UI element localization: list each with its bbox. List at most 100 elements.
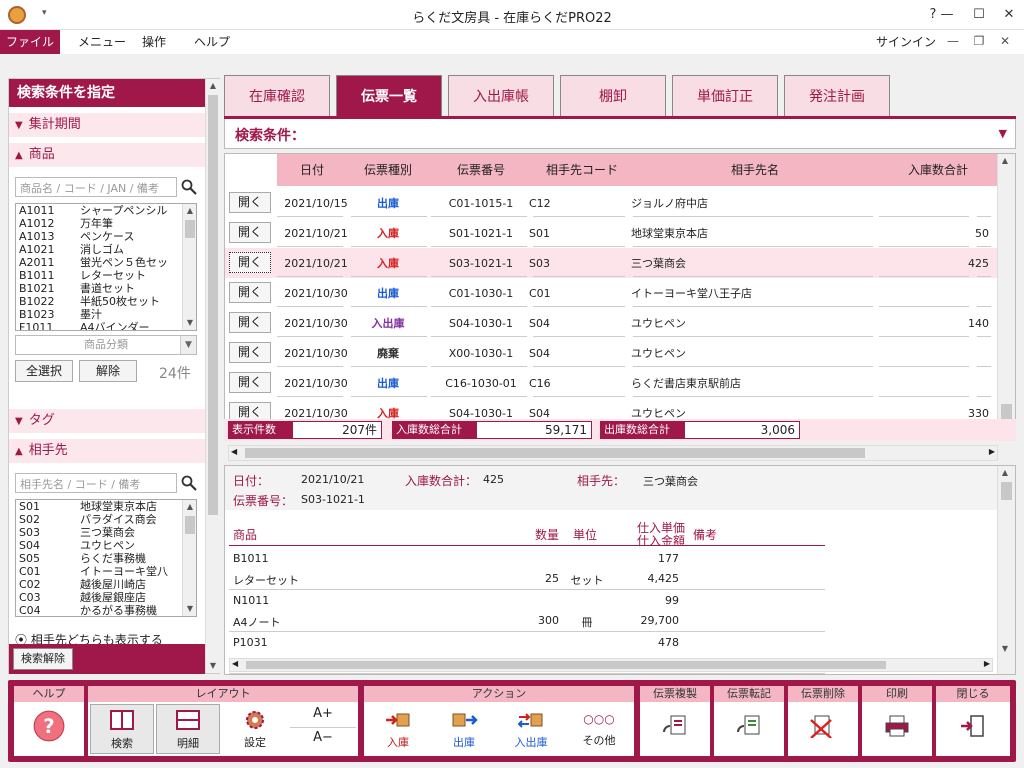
list-item[interactable]: A1021 消しゴム	[16, 243, 196, 256]
table-row[interactable]: 開く 2021/10/21 入庫 S03-1021-1 S03 三つ葉商会 425	[225, 248, 997, 278]
tab-inout-ledger[interactable]: 入出庫帳	[448, 75, 554, 117]
open-slip-button[interactable]: 開く	[229, 282, 271, 303]
scroll-down-icon[interactable]: ▼	[183, 316, 196, 330]
scroll-thumb[interactable]	[245, 448, 865, 458]
chevron-down-icon[interactable]: ▼	[180, 336, 196, 354]
scroll-thumb[interactable]	[1001, 482, 1012, 500]
minimize-button[interactable]: —	[932, 4, 962, 26]
partner-list-scrollbar[interactable]: ▲ ▼	[182, 500, 196, 616]
list-item[interactable]: F1011 A4バインダー	[16, 321, 196, 330]
reset-search-button[interactable]: 検索解除	[13, 648, 73, 670]
list-item[interactable]: B1023 墨汁	[16, 308, 196, 321]
scroll-thumb[interactable]	[185, 220, 195, 238]
partner-list[interactable]: ▲ ▼ S01 地球堂東京本店 S02 パラダイス商会 S03 三つ葉商会 S04 ユウヒペン…	[15, 499, 197, 617]
list-item[interactable]: C03 越後屋銀座店	[16, 591, 196, 604]
list-item[interactable]: A1011 シャープペンシル	[16, 204, 196, 217]
open-slip-button[interactable]: 開く	[229, 312, 271, 333]
partner-search-input[interactable]: 相手先名 / コード / 備考	[15, 473, 177, 493]
delete-slip-button[interactable]	[790, 704, 856, 754]
product-list[interactable]: ▲ ▼ A1011 シャープペンシル A1012 万年筆 A1013 ペンケース A1021…	[15, 203, 197, 331]
category-select[interactable]: 商品分類 ▼	[15, 335, 197, 355]
scroll-up-icon[interactable]: ▲	[998, 466, 1012, 480]
select-all-button[interactable]: 全選択	[15, 360, 73, 382]
tab-slip-list[interactable]: 伝票一覧	[336, 75, 442, 117]
scroll-down-icon[interactable]: ▼	[206, 659, 220, 673]
search-condition-bar[interactable]: 検索条件： ▼	[224, 119, 1016, 149]
scroll-up-icon[interactable]: ▲	[183, 500, 196, 514]
help-toolbar-button[interactable]: ?	[16, 704, 82, 754]
expand-down-icon[interactable]: ▼	[999, 127, 1007, 140]
detail-scrollbar[interactable]: ▲ ▼	[997, 466, 1015, 674]
panel-scrollbar[interactable]: ▲ ▼	[205, 79, 220, 673]
menu-menu[interactable]: メニュー	[66, 30, 138, 54]
ribbon-close-button[interactable]: ✕	[994, 34, 1016, 48]
col-type[interactable]: 伝票種別	[347, 154, 429, 186]
section-partner[interactable]: ▲ 相手先	[9, 439, 205, 463]
table-row[interactable]: 開く 2021/10/30 出庫 C01-1030-1 C01 イトーヨーキ堂八王子店	[225, 278, 997, 308]
list-item[interactable]: S02 パラダイス商会	[16, 513, 196, 526]
grid-hscrollbar[interactable]: ◀ ▶	[228, 445, 998, 461]
scroll-down-icon[interactable]: ▼	[183, 602, 196, 616]
list-item[interactable]: C02 越後屋川崎店	[16, 578, 196, 591]
font-up-button[interactable]: A+	[290, 706, 356, 728]
table-row[interactable]: 開く 2021/10/30 入出庫 S04-1030-1 S04 ユウヒペン 140	[225, 308, 997, 338]
ribbon-minimize-button[interactable]: —	[942, 34, 964, 48]
list-item[interactable]: B1022 半紙50枚セット	[16, 295, 196, 308]
scroll-left-icon[interactable]: ◀	[231, 447, 237, 456]
list-item[interactable]: S05 らくだ事務機	[16, 552, 196, 565]
search-icon[interactable]	[181, 179, 197, 195]
list-item[interactable]: A2011 蛍光ペン５色セッ	[16, 256, 196, 269]
scroll-thumb[interactable]	[185, 516, 195, 534]
list-item[interactable]: S03 三つ葉商会	[16, 526, 196, 539]
scroll-up-icon[interactable]: ▲	[183, 204, 196, 218]
copy-slip-button[interactable]	[642, 704, 708, 754]
list-item[interactable]: C04 かるがる事務機	[16, 604, 196, 616]
menu-help[interactable]: ヘルプ	[182, 30, 242, 54]
detail-row[interactable]: N1011 A4ノート 300 冊 99 29,700	[229, 590, 825, 632]
font-down-button[interactable]: A−	[290, 730, 356, 752]
tab-order-plan[interactable]: 発注計画	[784, 75, 890, 117]
list-item[interactable]: B1011 レターセット	[16, 269, 196, 282]
list-item[interactable]: B1021 書道セット	[16, 282, 196, 295]
detail-hscrollbar[interactable]: ◀ ▶	[229, 658, 993, 672]
close-button[interactable]: ✕	[994, 4, 1024, 26]
signin-link[interactable]: サインイン	[876, 33, 936, 50]
scroll-thumb[interactable]	[1001, 404, 1012, 420]
open-slip-button[interactable]: 開く	[229, 252, 271, 273]
tab-inventory[interactable]: 棚卸	[560, 75, 666, 117]
product-search-input[interactable]: 商品名 / コード / JAN / 備考	[15, 177, 177, 197]
scroll-left-icon[interactable]: ◀	[232, 659, 238, 668]
table-row[interactable]: 開く 2021/10/15 出庫 C01-1015-1 C12 ジョルノ府中店	[225, 188, 997, 218]
col-in-qty[interactable]: 入庫数合計	[879, 154, 997, 186]
list-item[interactable]: A1013 ペンケース	[16, 230, 196, 243]
table-row[interactable]: 開く 2021/10/30 出庫 C16-1030-01 C16 らくだ書店東京駅前店	[225, 368, 997, 398]
scroll-up-icon[interactable]: ▲	[206, 79, 220, 93]
list-item[interactable]: S01 地球堂東京本店	[16, 500, 196, 513]
settings-button[interactable]: 設定	[222, 704, 288, 754]
maximize-button[interactable]: ☐	[964, 4, 994, 26]
layout-detail-button[interactable]: 明細	[156, 704, 220, 754]
tab-price-correction[interactable]: 単価訂正	[672, 75, 778, 117]
in-button[interactable]: 入庫	[366, 704, 430, 754]
table-row[interactable]: 開く 2021/10/30 入庫 S04-1030-1 S04 ユウヒペン 330	[225, 398, 997, 420]
menu-operation[interactable]: 操作	[130, 30, 178, 54]
section-product[interactable]: ▲ 商品	[9, 143, 205, 167]
out-button[interactable]: 出庫	[432, 704, 496, 754]
col-no[interactable]: 伝票番号	[429, 154, 533, 186]
list-item[interactable]: C01 イトーヨーキ堂八	[16, 565, 196, 578]
open-slip-button[interactable]: 開く	[229, 222, 271, 243]
layout-search-button[interactable]: 検索	[90, 704, 154, 754]
table-row[interactable]: 開く 2021/10/21 入庫 S01-1021-1 S01 地球堂東京本店 50	[225, 218, 997, 248]
scroll-thumb[interactable]	[208, 95, 218, 515]
list-item[interactable]: A1012 万年筆	[16, 217, 196, 230]
open-slip-button[interactable]: 開く	[229, 372, 271, 393]
scroll-right-icon[interactable]: ▶	[989, 447, 995, 456]
transfer-slip-button[interactable]	[716, 704, 782, 754]
open-slip-button[interactable]: 開く	[229, 342, 271, 363]
print-button[interactable]	[864, 704, 930, 754]
open-slip-button[interactable]: 開く	[229, 192, 271, 213]
list-item[interactable]: S04 ユウヒペン	[16, 539, 196, 552]
other-button[interactable]: ○○○ その他	[566, 704, 632, 754]
close-app-button[interactable]	[938, 704, 1008, 754]
grid-scrollbar[interactable]: ▲ ▼	[997, 154, 1015, 420]
